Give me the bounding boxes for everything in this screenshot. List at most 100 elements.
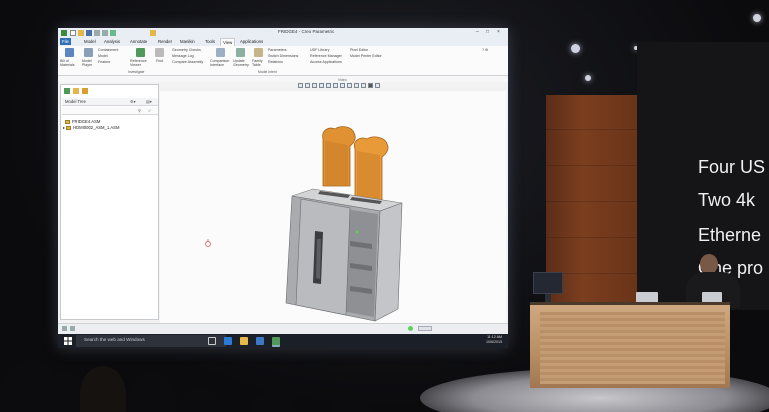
favorites-icon[interactable] [82,88,88,94]
model-player-button[interactable]: Model Player [82,59,96,67]
save-icon[interactable] [86,30,92,36]
model-intent-group-label: Model Intent [258,70,277,74]
family-table-button[interactable]: Family Table [252,59,266,67]
tree-columns-icon[interactable]: ▤▾ [146,99,152,104]
new-icon[interactable] [70,30,76,36]
windows-taskbar: Search the web and Windows 11:12 AM 10/6… [58,334,508,348]
store-icon[interactable] [256,337,264,345]
feature-button[interactable]: Feature [98,60,110,64]
geometry-checks-button[interactable]: Geometry Checks [172,48,201,52]
tree-settings-icon[interactable]: ⚙▾ [130,99,136,104]
confidence-monitor [533,272,563,294]
access-applications-button[interactable]: Access Applications [310,60,342,64]
regen-status-icon [408,326,413,331]
task-view-icon[interactable] [208,337,216,345]
update-geometry-button[interactable]: Update Geometry [233,59,251,67]
model-player-icon[interactable] [84,48,93,57]
model-tree-tab-icon[interactable] [64,88,70,94]
expand-icon[interactable]: ✓ [148,108,151,113]
tab-applications[interactable]: Applications [238,39,265,44]
navigator-toggle-icon[interactable] [62,326,67,331]
refit-icon[interactable] [298,83,303,88]
toaster-body [285,188,403,322]
windows-start-icon[interactable] [64,337,72,345]
undo-icon[interactable] [94,30,100,36]
bill-of-materials-button[interactable]: Bill of Materials [60,59,80,67]
window-icon[interactable] [150,30,156,36]
compare-assembly-button[interactable]: Compare Assembly [172,60,203,64]
presenter-head [700,254,718,274]
close-button[interactable]: × [497,29,500,35]
model-printer-editor-button[interactable]: Model Printer Editor [350,54,382,58]
annotation-filter-icon[interactable] [375,83,380,88]
perspective-icon[interactable] [368,83,373,88]
zoom-out-icon[interactable] [312,83,317,88]
folder-browser-icon[interactable] [73,88,79,94]
switch-dimensions-button[interactable]: Switch Dimensions [268,54,298,58]
creo-icon[interactable] [272,337,280,345]
udf-library-button[interactable]: UDF Library [310,48,329,52]
audience-member [330,394,370,412]
ribbon-tabs: File Model Analysis Annotate Render Mani… [58,38,508,46]
quick-access-toolbar: FRIDGE4 - Creo Parametric – □ × [58,28,508,38]
saved-orientations-icon[interactable] [333,83,338,88]
relations-button[interactable]: Relations [268,60,283,64]
tab-manikin[interactable]: Manikin [178,39,197,44]
file-explorer-icon[interactable] [240,337,248,345]
find-icon[interactable] [155,48,164,57]
navigator-tabs [64,87,124,95]
zoom-in-icon[interactable] [305,83,310,88]
parameters-button[interactable]: Parameters [268,48,287,52]
annotation-display-icon[interactable] [354,83,359,88]
filter-icon[interactable]: ⚲ [138,108,141,113]
tree-row-label: HDMI0002_ASM_1.ASM [73,125,120,130]
monitor-stand [545,294,551,302]
minimize-button[interactable]: – [476,29,479,35]
family-table-icon[interactable] [254,48,263,57]
browser-toggle-icon[interactable] [70,326,75,331]
redo-icon[interactable] [102,30,108,36]
view-manager-icon[interactable] [340,83,345,88]
repaint-icon[interactable] [319,83,324,88]
regenerate-icon[interactable] [110,30,116,36]
reference-manager-button[interactable]: Reference Manager [310,54,342,58]
find-button[interactable]: Find [156,59,163,63]
message-log-button[interactable]: Message Log [172,54,194,58]
tab-tools[interactable]: Tools [203,39,217,44]
slide-line-3: Etherne [698,225,762,245]
comparison-interface-button[interactable]: Comparison Interface [210,59,232,67]
tree-row[interactable]: ▸ HDMI0002_ASM_1.ASM [63,125,119,130]
podium-front [540,312,725,384]
tab-annotate[interactable]: Annotate [128,39,149,44]
tab-view[interactable]: View [220,38,236,46]
help-icon[interactable]: ? ⚙ [482,48,488,52]
edge-icon[interactable] [224,337,232,345]
open-icon[interactable] [78,30,84,36]
display-style-icon[interactable] [326,83,331,88]
model-button[interactable]: Model [98,54,108,58]
tree-search-bar[interactable]: ⚲ ✓ [62,107,158,115]
reference-viewer-icon[interactable] [136,48,145,57]
reference-viewer-button[interactable]: Reference Viewer [130,59,152,67]
maximize-button[interactable]: □ [486,29,489,35]
subassembly-icon [66,125,72,130]
slide-line-2: Two 4k [698,190,756,210]
datum-display-icon[interactable] [347,83,352,88]
selection-filter-icon[interactable] [418,326,432,331]
pixel-editor-button[interactable]: Pixel Editor [350,48,368,52]
update-geometry-icon[interactable] [236,48,245,57]
audience-member [80,366,126,412]
spin-center-icon[interactable] [361,83,366,88]
tree-row[interactable]: FRIDGE4.ASM [65,119,100,124]
graphics-area[interactable] [160,91,506,323]
tab-analysis[interactable]: Analysis [102,39,122,44]
bill-of-materials-icon[interactable] [65,48,74,57]
tab-file[interactable]: File [60,38,71,45]
containment-button[interactable]: Containment [98,48,118,52]
taskbar-clock[interactable]: 11:12 AM 10/6/2015 [486,335,502,345]
comparison-interface-icon[interactable] [216,48,225,57]
tab-model[interactable]: Model [82,39,98,44]
tab-render[interactable]: Render [156,39,174,44]
app-icon [61,30,67,36]
ceiling-light [585,75,591,81]
